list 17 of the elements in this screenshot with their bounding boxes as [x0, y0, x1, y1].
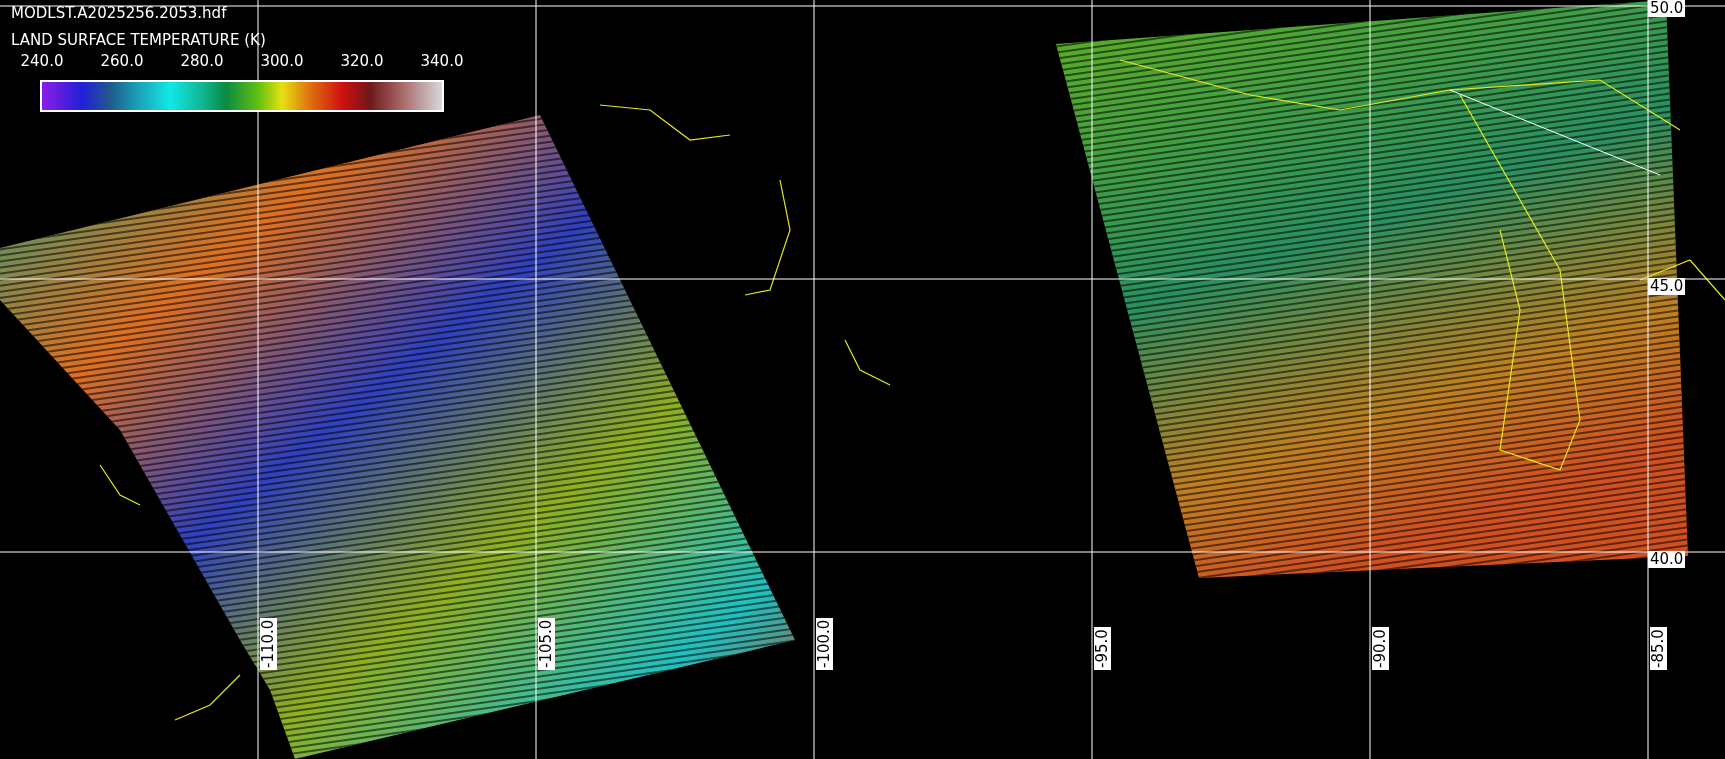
latitude-label: 50.0: [1648, 0, 1686, 17]
latitude-label: 40.0: [1648, 551, 1686, 568]
colorbar-tick-label: 300.0: [260, 52, 304, 70]
longitude-label: -105.0: [538, 617, 555, 670]
colorbar-tick-label: 280.0: [180, 52, 224, 70]
longitude-label: -100.0: [816, 617, 833, 670]
variable-title: LAND SURFACE TEMPERATURE (K): [11, 31, 266, 49]
file-name: MODLST.A2025256.2053.hdf: [11, 4, 227, 22]
colorbar-tick-label: 260.0: [100, 52, 144, 70]
longitude-label: -110.0: [260, 617, 277, 670]
longitude-label: -90.0: [1372, 627, 1389, 670]
colorbar-tick-label: 340.0: [420, 52, 464, 70]
longitude-label: -95.0: [1094, 627, 1111, 670]
longitude-label: -85.0: [1650, 627, 1667, 670]
colorbar-tick-label: 320.0: [340, 52, 384, 70]
colorbar-tick-label: 240.0: [20, 52, 64, 70]
latitude-label: 45.0: [1648, 278, 1686, 295]
